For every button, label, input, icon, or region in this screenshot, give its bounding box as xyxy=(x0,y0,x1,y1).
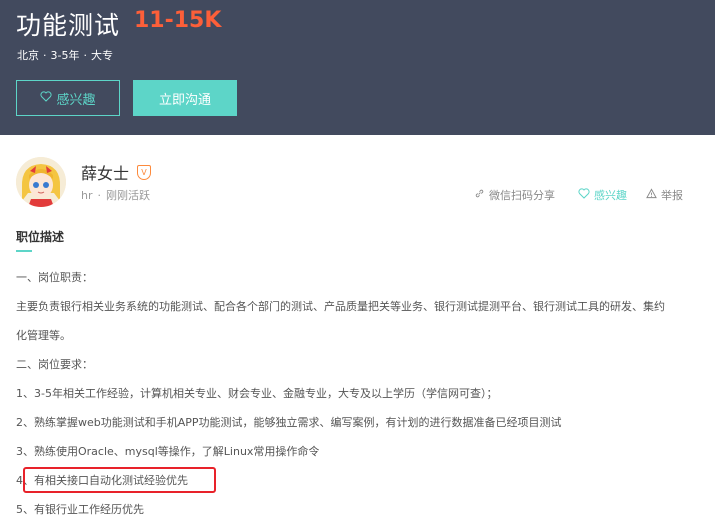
job-city: 北京 xyxy=(17,49,39,62)
description-line: 3、熟练使用Oracle、mysql等操作，了解Linux常用操作命令 xyxy=(16,445,320,458)
share-wechat-action[interactable]: 微信扫码分享 xyxy=(474,187,555,203)
report-action[interactable]: 举报 xyxy=(646,187,683,203)
salary: 11-15K xyxy=(134,8,222,33)
job-header: 功能测试 11-15K 北京 · 3-5年 · 大专 感兴趣 立即沟通 xyxy=(0,0,715,135)
job-title: 功能测试 xyxy=(16,11,121,40)
recruiter-info: hr · 刚刚活跃 xyxy=(81,187,150,203)
description-line: 二、岗位要求： xyxy=(16,358,93,371)
description-line: 一、岗位职责： xyxy=(16,271,93,284)
interest-action[interactable]: 感兴趣 xyxy=(578,187,627,203)
avatar[interactable] xyxy=(16,157,66,207)
recruiter-name: 薛女士 xyxy=(81,164,130,183)
chat-now-button[interactable]: 立即沟通 xyxy=(133,80,237,116)
description-line: 化管理等。 xyxy=(16,329,71,342)
description-line: 5、有银行业工作经历优先 xyxy=(16,503,144,516)
interest-button-label: 感兴趣 xyxy=(56,92,96,108)
interest-label: 感兴趣 xyxy=(594,189,627,202)
recruiter-status: 刚刚活跃 xyxy=(106,189,150,202)
highlight-annotation-box xyxy=(23,467,216,493)
section-underline xyxy=(16,250,32,252)
job-experience: 3-5年 xyxy=(50,49,80,62)
report-label: 举报 xyxy=(661,189,683,202)
heart-icon xyxy=(578,188,590,202)
warning-icon xyxy=(646,188,657,202)
avatar-image xyxy=(16,157,66,207)
description-line: 主要负责银行相关业务系统的功能测试、配合各个部门的测试、产品质量把关等业务、银行… xyxy=(16,300,665,313)
job-education: 大专 xyxy=(90,49,113,62)
job-meta: 北京 · 3-5年 · 大专 xyxy=(17,47,113,63)
link-icon xyxy=(474,188,485,202)
description-line: 1、3-5年相关工作经验，计算机相关专业、财会专业、金融专业，大专及以上学历（学… xyxy=(16,387,498,400)
share-label: 微信扫码分享 xyxy=(489,189,555,202)
verified-badge-icon: V xyxy=(137,165,151,180)
interest-button[interactable]: 感兴趣 xyxy=(16,80,120,116)
meta-separator: · xyxy=(97,189,102,202)
section-title: 职位描述 xyxy=(16,230,65,244)
meta-separator: · xyxy=(83,49,87,62)
description-line: 2、熟练掌握web功能测试和手机APP功能测试，能够独立需求、编写案例，有计划的… xyxy=(16,416,562,429)
recruiter-role: hr xyxy=(81,189,93,202)
heart-icon xyxy=(40,90,53,106)
meta-separator: · xyxy=(43,49,47,62)
